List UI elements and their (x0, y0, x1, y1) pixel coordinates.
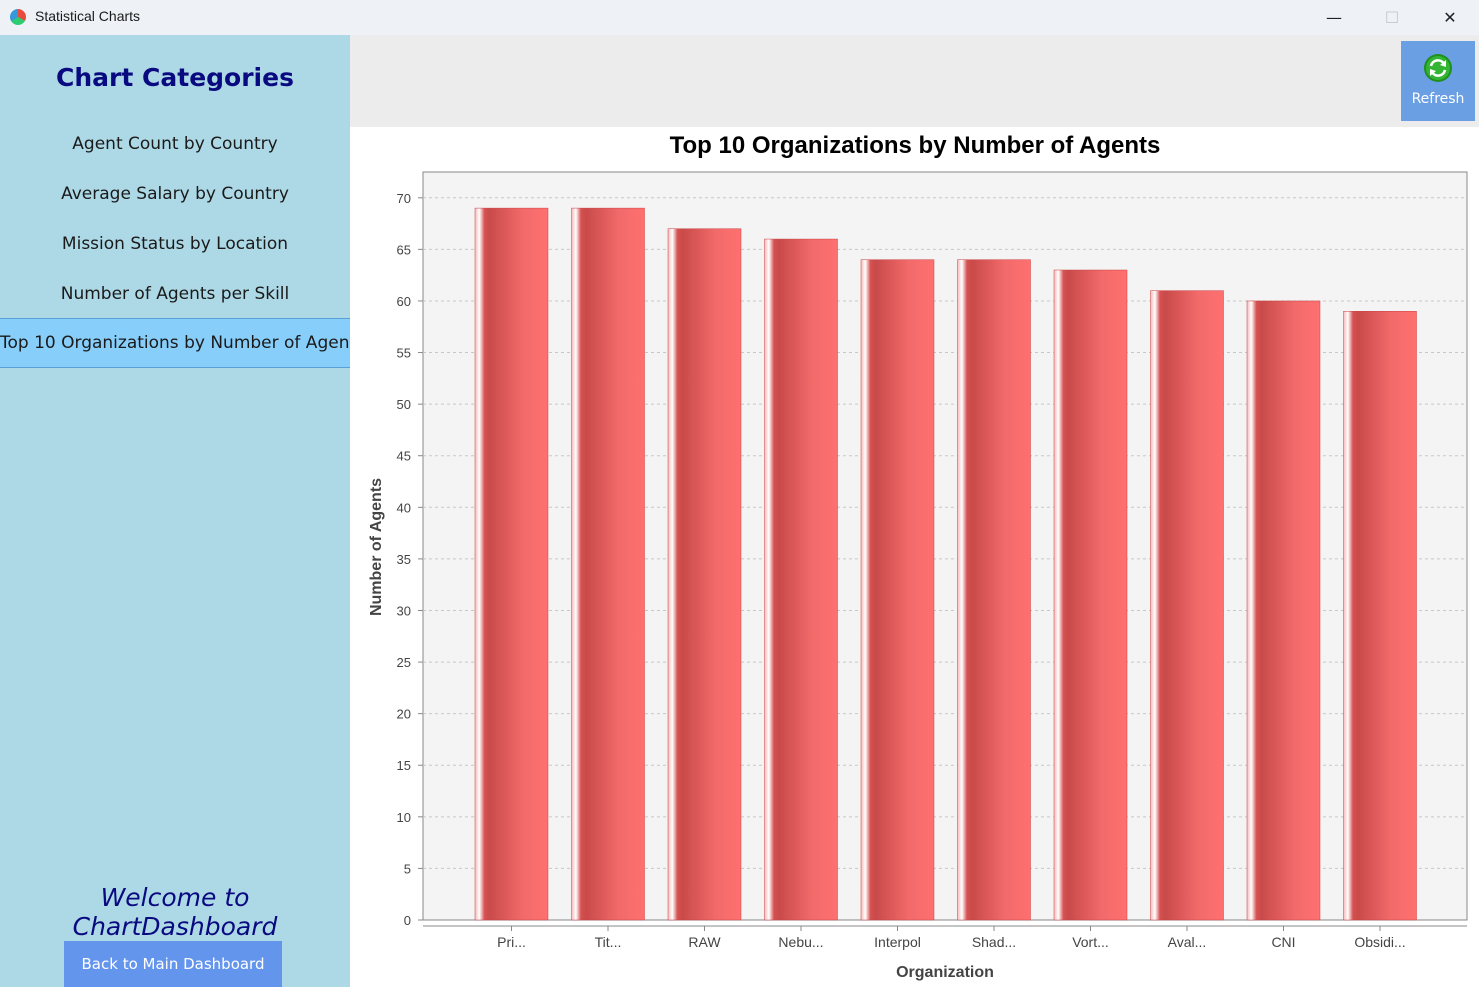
x-tick-label: CNI (1271, 934, 1295, 950)
sidebar-item-top-10-organizations[interactable]: Top 10 Organizations by Number of Agents (0, 318, 365, 368)
chart-panel: Top 10 Organizations by Number of Agents… (350, 127, 1479, 987)
chart-title: Top 10 Organizations by Number of Agents (670, 132, 1161, 159)
bar (1150, 290, 1224, 921)
x-axis-label: Organization (896, 964, 994, 981)
sidebar-item-agents-per-skill[interactable]: Number of Agents per Skill (0, 270, 350, 319)
y-tick-label: 20 (397, 707, 411, 722)
y-axis-label: Number of Agents (368, 478, 385, 616)
bar (1053, 269, 1128, 921)
refresh-button[interactable]: Refresh (1401, 41, 1475, 121)
y-tick-label: 0 (404, 913, 411, 928)
back-to-main-dashboard-button[interactable]: Back to Main Dashboard (64, 941, 282, 987)
sidebar-heading: Chart Categories (56, 63, 294, 92)
close-button[interactable]: ✕ (1421, 0, 1479, 35)
toolbar: Refresh (350, 35, 1479, 127)
refresh-label: Refresh (1411, 91, 1465, 107)
minimize-button[interactable]: — (1305, 0, 1363, 35)
y-tick-label: 60 (397, 294, 411, 309)
bar-chart: Top 10 Organizations by Number of Agents… (368, 132, 1468, 981)
sidebar-item-mission-status-by-location[interactable]: Mission Status by Location (0, 220, 350, 269)
x-tick-label: Obsidi... (1354, 934, 1405, 950)
refresh-icon (1424, 54, 1452, 82)
maximize-button[interactable]: ☐ (1363, 0, 1421, 35)
y-tick-label: 40 (397, 500, 411, 515)
x-tick-label: Nebu... (778, 934, 823, 950)
sidebar-item-agent-count-by-country[interactable]: Agent Count by Country (0, 120, 350, 169)
x-tick-label: Vort... (1072, 934, 1109, 950)
y-tick-label: 35 (397, 552, 411, 567)
window-title: Statistical Charts (35, 8, 141, 24)
x-tick-label: Interpol (874, 934, 921, 950)
y-tick-label: 10 (397, 810, 411, 825)
bar (1246, 300, 1321, 921)
x-tick-label: Shad... (972, 934, 1016, 950)
bar (474, 207, 549, 921)
x-tick-label: RAW (688, 934, 721, 950)
bar (860, 259, 935, 921)
sidebar: Chart Categories Agent Count by Country … (0, 35, 365, 987)
x-tick-label: Pri... (497, 934, 526, 950)
app-pie-icon (10, 9, 26, 25)
x-tick-label: Aval... (1168, 934, 1207, 950)
y-tick-label: 30 (397, 603, 411, 618)
bar (1343, 311, 1417, 921)
y-tick-label: 55 (397, 346, 411, 361)
y-tick-label: 45 (397, 449, 411, 464)
x-tick-label: Tit... (595, 934, 622, 950)
sidebar-item-average-salary-by-country[interactable]: Average Salary by Country (0, 170, 350, 219)
y-tick-label: 5 (404, 861, 411, 876)
window-titlebar: Statistical Charts — ☐ ✕ (0, 0, 1479, 35)
bar (667, 228, 742, 921)
bar (571, 207, 645, 921)
y-tick-label: 25 (397, 655, 411, 670)
welcome-text: Welcome to ChartDashboard (72, 883, 278, 941)
bar (764, 238, 838, 921)
y-tick-label: 15 (397, 758, 411, 773)
y-tick-label: 70 (397, 191, 411, 206)
bar (957, 259, 1031, 921)
y-tick-label: 65 (397, 242, 411, 257)
y-tick-label: 50 (397, 397, 411, 412)
